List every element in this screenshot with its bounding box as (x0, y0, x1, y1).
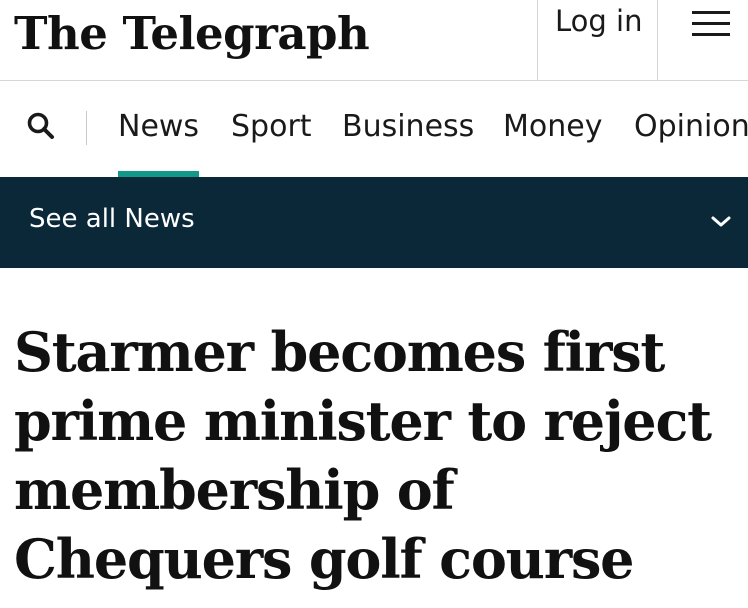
see-all-news-label: See all News (29, 204, 195, 234)
login-button[interactable]: Log in (537, 0, 658, 80)
chevron-down-icon (711, 216, 731, 227)
hamburger-icon-line (692, 33, 730, 36)
nav-item-sport[interactable]: Sport (231, 109, 312, 144)
nav-item-opinion[interactable]: Opinion (634, 109, 748, 144)
nav-divider (86, 111, 87, 145)
hamburger-icon (692, 11, 730, 14)
nav-item-business[interactable]: Business (342, 109, 474, 144)
search-button[interactable] (26, 111, 60, 145)
search-icon (27, 112, 54, 139)
telegraph-logo[interactable]: The Telegraph (14, 4, 370, 64)
site-header: The Telegraph Log in (0, 0, 748, 81)
nav-item-money[interactable]: Money (503, 109, 602, 144)
menu-button[interactable] (659, 0, 748, 80)
login-label: Log in (555, 4, 643, 38)
article-headline: Starmer becomes first prime minister to … (14, 320, 712, 591)
hamburger-icon-line (692, 22, 730, 25)
section-nav: News Sport Business Money Opinion (0, 81, 748, 177)
see-all-news-bar[interactable]: See all News (0, 177, 748, 268)
nav-item-news[interactable]: News (118, 109, 199, 144)
